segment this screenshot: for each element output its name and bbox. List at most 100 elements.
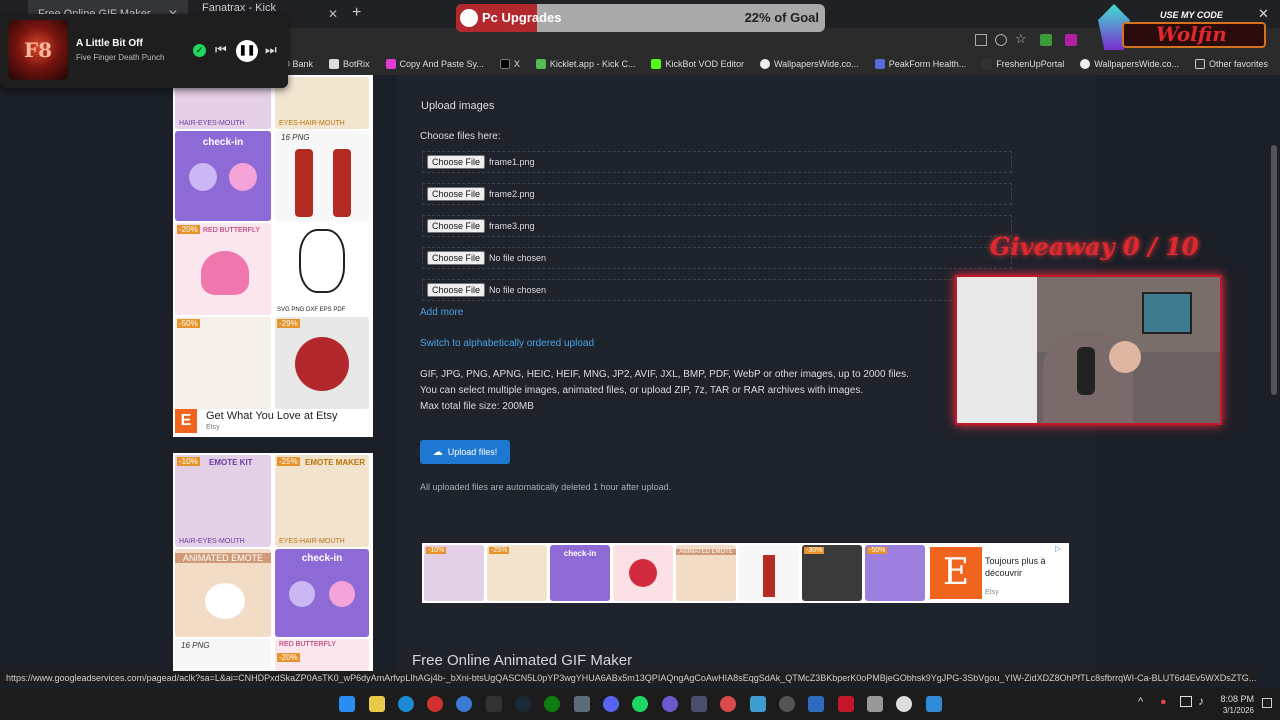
file-input-row[interactable]: Choose File No file chosen xyxy=(422,247,1012,269)
ad-tile[interactable]: ANIMATED EMOTE xyxy=(676,545,736,601)
discord-icon[interactable] xyxy=(603,696,619,712)
epic-games-icon[interactable] xyxy=(486,696,502,712)
supported-formats-text: GIF, JPG, PNG, APNG, HEIC, HEIF, MNG, JP… xyxy=(420,369,909,380)
bookmark-botrix[interactable]: BotRix xyxy=(329,59,370,69)
bookmark-icon xyxy=(1080,59,1091,69)
choose-file-button[interactable]: Choose File xyxy=(427,283,486,297)
close-icon[interactable]: ✕ xyxy=(328,7,338,21)
ad-etsy-bottom[interactable]: ▷ -10% EMOTE KIT HAIR-EYES-MOUTH -25% EM… xyxy=(173,453,373,671)
ad-tile[interactable]: EYES-HAIR-MOUTH xyxy=(275,77,369,129)
ad-tile-label: HAIR-EYES-MOUTH xyxy=(179,538,245,545)
ad-headline[interactable]: Get What You Love at Etsy xyxy=(206,410,337,422)
previous-track-icon[interactable]: ⏮ xyxy=(215,42,227,58)
bookmark-x[interactable]: X xyxy=(499,59,520,69)
bookmark-wallpaperswide-1[interactable]: WallpapersWide.co... xyxy=(759,59,859,69)
ad-tile[interactable]: RED BUTTERFLY -20% xyxy=(275,639,369,671)
extension-icon[interactable] xyxy=(1040,34,1052,46)
app-icon[interactable] xyxy=(779,696,795,712)
choose-file-button[interactable]: Choose File xyxy=(427,251,486,265)
ad-tile[interactable]: -50% xyxy=(865,545,925,601)
star-icon[interactable]: ☆ xyxy=(1015,31,1027,47)
ad-tile-label: HAIR-EYES-MOUTH xyxy=(179,120,245,127)
choose-file-button[interactable]: Choose File xyxy=(427,187,486,201)
app-icon[interactable] xyxy=(896,696,912,712)
choose-file-button[interactable]: Choose File xyxy=(427,155,486,169)
scrollbar-thumb[interactable] xyxy=(1271,145,1277,395)
browser-icon[interactable] xyxy=(456,696,472,712)
file-input-row[interactable]: Choose File frame1.png xyxy=(422,151,1012,173)
windows-start-icon[interactable] xyxy=(339,696,355,712)
ad-tile[interactable]: check-in xyxy=(550,545,610,601)
app-icon[interactable] xyxy=(867,696,883,712)
ad-tile[interactable]: 16 PNG xyxy=(175,639,271,671)
upload-files-button[interactable]: ☁ Upload files! xyxy=(420,440,510,464)
vivaldi-icon[interactable] xyxy=(427,696,443,712)
clock-date[interactable]: 3/1/2026 xyxy=(1214,706,1254,715)
choose-file-button[interactable]: Choose File xyxy=(427,219,486,233)
file-explorer-icon[interactable] xyxy=(369,696,385,712)
app-icon[interactable] xyxy=(926,696,942,712)
scrollbar[interactable] xyxy=(1268,75,1280,671)
steam-icon[interactable] xyxy=(515,696,531,712)
tray-chevron-icon[interactable]: ^ xyxy=(1138,696,1143,708)
bookmark-kicklet[interactable]: Kicklet.app - Kick C... xyxy=(535,59,635,69)
file-input-row[interactable]: Choose File frame3.png xyxy=(422,215,1012,237)
app-icon[interactable] xyxy=(691,696,707,712)
ad-tile[interactable]: check-in xyxy=(275,549,369,637)
app-icon[interactable] xyxy=(574,696,590,712)
ad-choices-icon[interactable]: ▷ xyxy=(1055,544,1061,553)
ad-tile[interactable]: -20% RED BUTTERFLY xyxy=(175,223,271,315)
pause-icon[interactable]: ❚❚ xyxy=(236,40,258,62)
bookmark-wallpaperswide-2[interactable]: WallpapersWide.co... xyxy=(1080,59,1179,69)
bookmark-label: BotRix xyxy=(343,59,370,69)
bookmark-kickbot[interactable]: KickBot VOD Editor xyxy=(651,59,744,69)
new-tab-icon[interactable]: + xyxy=(352,4,361,22)
app-icon[interactable] xyxy=(750,696,766,712)
file-input-row[interactable]: Choose File No file chosen xyxy=(422,279,1012,301)
ad-banner[interactable]: -10% -25% check-in ANIMATED EMOTE -30% -… xyxy=(422,543,1069,603)
ad-tile[interactable]: -25% EMOTE MAKER EYES-HAIR-MOUTH xyxy=(275,455,369,547)
app-icon[interactable] xyxy=(662,696,678,712)
alphabetical-upload-link[interactable]: Switch to alphabetically ordered upload xyxy=(420,338,594,349)
app-icon[interactable] xyxy=(720,696,736,712)
edge-icon[interactable] xyxy=(398,696,414,712)
ad-tile[interactable]: 16 PNG xyxy=(275,131,369,221)
ad-tile[interactable]: -50% xyxy=(175,317,271,409)
add-more-link[interactable]: Add more xyxy=(420,307,463,318)
ad-tile[interactable]: -30% xyxy=(802,545,862,601)
ad-tile[interactable]: -10% xyxy=(424,545,484,601)
notification-icon[interactable] xyxy=(1262,698,1272,708)
bookmark-icon xyxy=(874,59,885,69)
ad-tile[interactable]: SVG PNG DXF EPS PDF xyxy=(275,223,369,315)
ad-tile[interactable] xyxy=(613,545,673,601)
bookmark-other-favorites[interactable]: Other favorites xyxy=(1194,59,1268,69)
ad-tile[interactable]: -29% xyxy=(275,317,369,409)
spotify-icon[interactable] xyxy=(632,696,648,712)
app-icon[interactable] xyxy=(808,696,824,712)
bookmark-peakform[interactable]: PeakForm Health... xyxy=(874,59,966,69)
clock-time[interactable]: 8:08 PM xyxy=(1214,694,1254,704)
xbox-icon[interactable] xyxy=(544,696,560,712)
ad-tile[interactable]: -25% xyxy=(487,545,547,601)
volume-icon[interactable]: ♪ xyxy=(1198,694,1204,708)
extension-icon[interactable] xyxy=(1065,34,1077,46)
ad-tile[interactable] xyxy=(739,545,799,601)
ad-tile[interactable]: -10% EMOTE KIT HAIR-EYES-MOUTH xyxy=(175,455,271,547)
ad-tile[interactable]: ANIMATED EMOTE xyxy=(175,549,271,637)
more-icon[interactable] xyxy=(995,34,1007,46)
display-icon[interactable] xyxy=(1180,696,1192,707)
ad-headline[interactable]: Toujours plus à découvrir xyxy=(985,555,1065,579)
bookmark-copy-paste[interactable]: Copy And Paste Sy... xyxy=(385,59,484,69)
bookmark-freshenup[interactable]: FreshenUpPortal xyxy=(982,59,1064,69)
next-track-icon[interactable]: ⏭ xyxy=(265,42,277,58)
tab-grid-icon[interactable] xyxy=(975,34,987,46)
app-icon[interactable] xyxy=(838,696,854,712)
ad-tile-label: RED BUTTERFLY xyxy=(279,641,337,648)
creator-code: Wolfin xyxy=(1156,22,1227,46)
discount-badge: -10% xyxy=(426,547,447,554)
check-icon[interactable]: ✓ xyxy=(193,44,206,57)
ad-etsy-top[interactable]: HAIR-EYES-MOUTH EYES-HAIR-MOUTH check-in… xyxy=(173,75,373,437)
ad-tile[interactable]: check-in xyxy=(175,131,271,221)
file-input-row[interactable]: Choose File frame2.png xyxy=(422,183,1012,205)
microphone-icon[interactable]: ● xyxy=(1160,696,1167,708)
